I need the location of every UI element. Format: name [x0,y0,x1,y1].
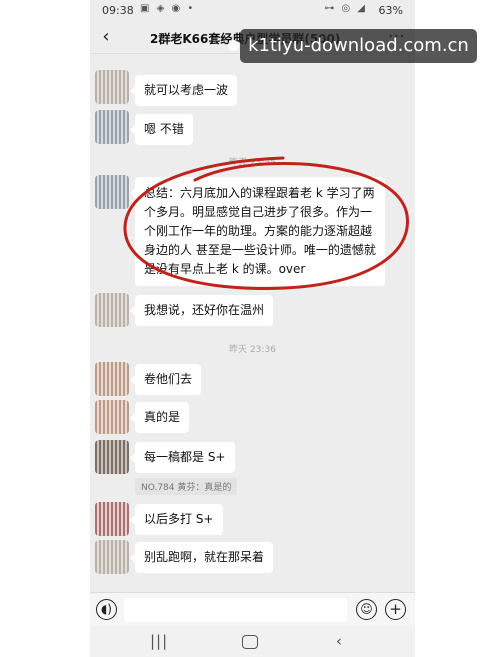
message-input-bar: ◖) ☺ + [90,592,415,626]
avatar[interactable] [95,293,129,327]
nav-recent-icon[interactable]: ||| [150,632,168,650]
watermark-dot [228,40,239,51]
message-bubble[interactable]: 每一稿都是 S+ [130,442,235,473]
status-time: 09:38 [102,4,134,17]
avatar[interactable] [95,440,129,474]
message-bubble[interactable]: 我想说，还好你在温州 [129,295,274,326]
battery-level: 63% [378,4,403,17]
avatar[interactable] [95,540,129,574]
notification-icons: ▣ ◈ ◉ • [140,3,196,14]
voice-icon[interactable]: ◖) [96,599,117,620]
signal-icons: ⊶ ◎ ◢ [324,3,367,14]
message-bubble[interactable]: 别乱跑啊，就在那呆着 [129,542,274,573]
nav-home-icon[interactable] [242,635,258,649]
message-bubble[interactable]: 真的是 [129,402,190,433]
avatar[interactable] [95,362,129,396]
message-bubble[interactable]: 就可以考虑一波 [129,75,238,106]
message-bubble[interactable]: 卷他们去 [129,364,202,395]
system-nav-bar: ||| ‹ [90,626,415,657]
emoji-icon[interactable]: ☺ [356,599,377,620]
nav-back-icon[interactable]: ‹ [336,632,342,650]
timestamp: 昨天 23:36 [229,345,276,355]
watermark-banner: k1tiyu-download.com.cn [240,29,477,63]
quoted-message[interactable]: NO.784 黄芬：真是的 [135,478,238,495]
status-bar: 09:38 ▣ ◈ ◉ • ⊶ ◎ ◢ 63% [90,0,415,22]
avatar[interactable] [95,502,129,536]
phone-screen: 09:38 ▣ ◈ ◉ • ⊶ ◎ ◢ 63% ‹ 2群老K66套经典户型学员群… [90,0,415,657]
message-input[interactable] [124,598,347,622]
timestamp: 昨天 23:35 [229,158,276,168]
plus-icon[interactable]: + [385,599,406,620]
avatar[interactable] [95,175,129,209]
avatar[interactable] [95,400,129,434]
back-icon[interactable]: ‹ [96,26,116,47]
message-bubble[interactable]: 以后多打 S+ [130,504,223,535]
message-bubble[interactable]: 嗯 不错 [130,114,193,145]
avatar[interactable] [95,110,129,144]
message-bubble[interactable]: 总结：六月底加入的课程跟着老 k 学习了两个多月。明显感觉自己进步了很多。作为一… [130,177,385,286]
avatar[interactable] [95,70,129,104]
